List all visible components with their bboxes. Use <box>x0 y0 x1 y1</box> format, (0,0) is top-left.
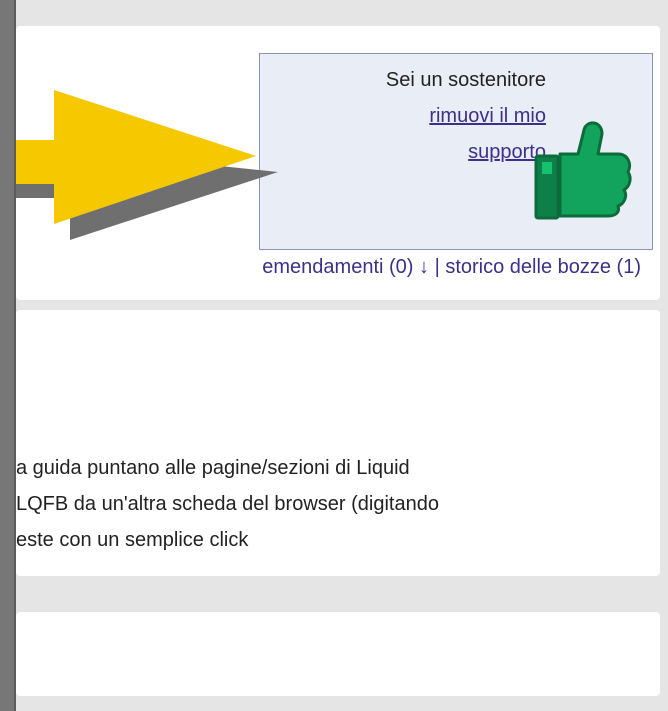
guide-line: LQFB da un'altra scheda del browser (dig… <box>16 493 439 515</box>
remove-support-link[interactable]: rimuovi il mio <box>386 98 546 134</box>
links-separator: | <box>434 256 440 278</box>
guide-line: este con un semplice click <box>16 529 249 551</box>
thumbs-up-icon <box>534 121 632 220</box>
pointer-arrow <box>16 90 278 240</box>
guide-line: a guida puntano alle pagine/sezioni di L… <box>16 457 410 479</box>
bottom-card <box>16 612 660 696</box>
support-status-area: Sei un sostenitore rimuovi il mio suppor… <box>386 62 546 170</box>
guide-text: a guida puntano alle pagine/sezioni di L… <box>16 450 439 558</box>
card-links: emendamenti (0) ↓ | storico delle bozze … <box>262 256 641 279</box>
support-status-label: Sei un sostenitore <box>385 69 546 91</box>
draft-history-link[interactable]: storico delle bozze (1) <box>445 256 641 278</box>
remove-support-link-cont[interactable]: supporto <box>386 134 546 170</box>
remove-support-link-line1[interactable]: rimuovi il mio <box>429 105 546 127</box>
amendments-link[interactable]: emendamenti (0) ↓ <box>262 256 429 278</box>
